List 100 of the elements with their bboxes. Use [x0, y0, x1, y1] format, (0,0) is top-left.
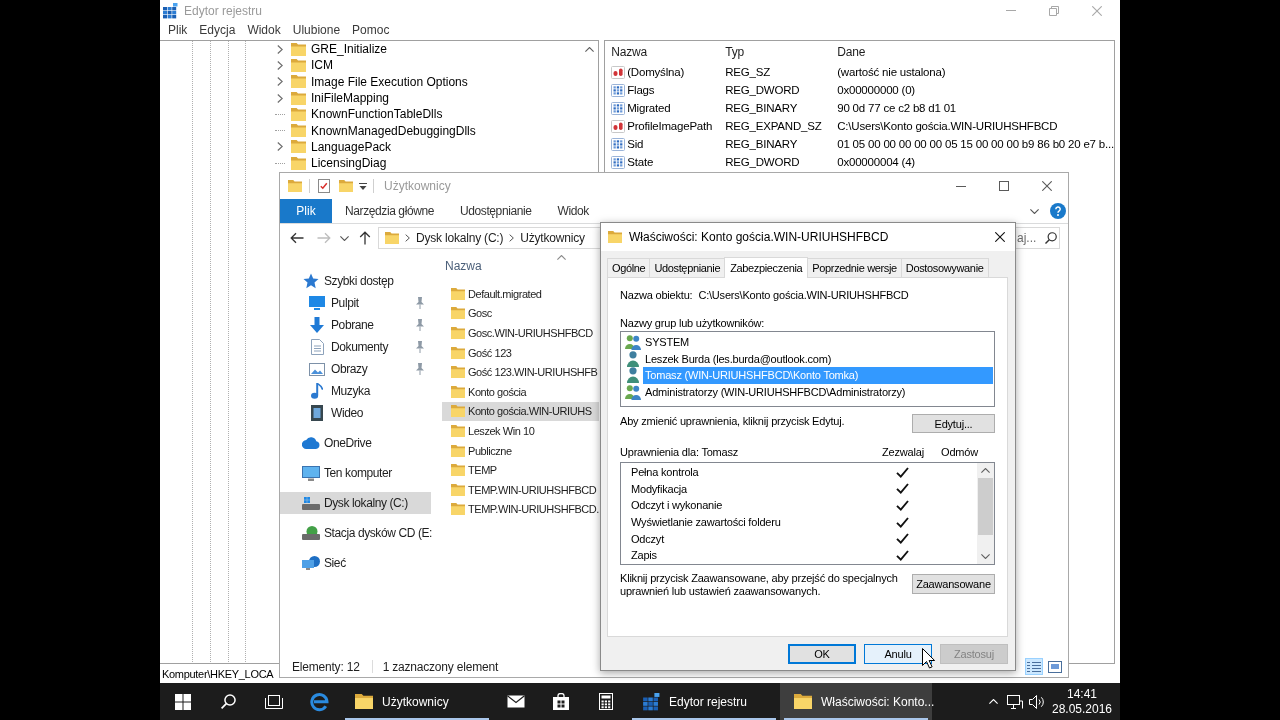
- folder-icon: [291, 58, 306, 72]
- menu-item[interactable]: Widok: [241, 21, 287, 40]
- help-icon[interactable]: [1050, 203, 1066, 219]
- column-header[interactable]: Nazwa: [445, 259, 482, 273]
- tab[interactable]: Ogólne: [607, 258, 651, 277]
- tree-item[interactable]: LicensingDiag: [275, 155, 387, 172]
- folder-icon: [291, 124, 306, 138]
- nav-item[interactable]: Stacja dysków CD (E:: [280, 522, 431, 544]
- scroll-down-icon[interactable]: [981, 554, 990, 559]
- document-icon: [310, 339, 324, 355]
- taskbar-app[interactable]: Właściwości: Konto...: [780, 683, 932, 720]
- scroll-up-icon[interactable]: [585, 47, 595, 52]
- tab[interactable]: Zabezpieczenia: [724, 257, 809, 278]
- dialog-button[interactable]: Anulu: [864, 644, 932, 664]
- file-item[interactable]: Default.migrated: [442, 284, 599, 304]
- file-item[interactable]: Gosc: [442, 303, 599, 324]
- folder-icon: [451, 405, 465, 418]
- nav-item[interactable]: Pobrane: [280, 314, 431, 336]
- nav-item[interactable]: Dysk lokalny (C:): [280, 492, 431, 514]
- chevron-right-icon[interactable]: [405, 234, 410, 242]
- nav-item[interactable]: Wideo: [280, 402, 431, 424]
- menu-item[interactable]: Ulubione: [286, 21, 347, 40]
- taskbar-app[interactable]: Użytkownicy: [341, 683, 493, 720]
- ribbon-tab[interactable]: Widok: [544, 199, 602, 223]
- dropdown-caret-icon[interactable]: [359, 182, 367, 190]
- file-item[interactable]: Gość 123: [442, 342, 599, 363]
- network-icon[interactable]: [1007, 694, 1023, 709]
- file-item[interactable]: TEMP.WIN-URIUHSHFBCD.: [442, 499, 599, 520]
- up-arrow-icon[interactable]: [359, 231, 371, 245]
- view-mode-button[interactable]: [1046, 658, 1064, 675]
- user-item[interactable]: SYSTEM: [643, 334, 993, 351]
- column-header[interactable]: Dane: [837, 45, 1114, 59]
- scrollbar-thumb[interactable]: [978, 478, 993, 535]
- user-item[interactable]: Administratorzy (WIN-URIUHSHFBCD\Administratorzy): [643, 383, 993, 400]
- tree-item[interactable]: ICM: [275, 57, 333, 74]
- cd-drive-icon: [302, 526, 320, 540]
- value-type: REG_EXPAND_SZ: [725, 120, 823, 132]
- permission-name: Wyświetlanie zawartości folderu: [631, 516, 782, 529]
- caret-icon[interactable]: [340, 235, 349, 241]
- scroll-up-icon[interactable]: [981, 468, 990, 473]
- value-data: 90 0d 77 ce c2 b8 d1 01: [837, 102, 958, 114]
- value-type: REG_SZ: [725, 66, 772, 78]
- file-item[interactable]: TEMP.WIN-URIUHSHFBCD: [442, 479, 599, 500]
- ribbon-tab[interactable]: Narzędzia główne: [332, 199, 447, 223]
- user-item[interactable]: Leszek Burda (les.burda@outlook.com): [643, 350, 993, 367]
- taskbar-app[interactable]: Edytor rejestru: [628, 683, 780, 720]
- tree-item[interactable]: Image File Execution Options: [275, 73, 468, 90]
- chevron-right-icon[interactable]: [509, 234, 515, 242]
- cubes-icon: [162, 2, 178, 19]
- cubes-icon: [642, 692, 660, 711]
- back-arrow-icon[interactable]: [290, 232, 304, 244]
- folder-icon: [291, 42, 306, 56]
- chevron-down-icon[interactable]: [1030, 208, 1039, 214]
- nav-item[interactable]: Ten komputer: [280, 462, 431, 484]
- tab[interactable]: Dostosowywanie: [900, 258, 989, 277]
- nav-item[interactable]: Pulpit: [280, 292, 431, 314]
- document-check-icon[interactable]: [318, 179, 330, 193]
- ribbon-tab[interactable]: Udostępnianie: [447, 199, 545, 223]
- file-item[interactable]: Gość 123.WIN-URIUHSHFB: [442, 362, 599, 382]
- nav-item[interactable]: OneDrive: [280, 432, 431, 454]
- file-item[interactable]: Leszek Win 10: [442, 421, 599, 441]
- nav-item[interactable]: Sieć: [280, 552, 431, 574]
- chevron-up-icon[interactable]: [988, 699, 998, 704]
- file-item[interactable]: Konto gościa.WIN-URIUHS: [442, 401, 599, 422]
- speaker-icon[interactable]: [1029, 694, 1045, 709]
- file-item[interactable]: TEMP: [442, 460, 599, 480]
- nav-item[interactable]: Dokumenty: [280, 336, 431, 358]
- tree-item[interactable]: IniFileMapping: [275, 89, 390, 107]
- nav-item[interactable]: Muzyka: [280, 380, 431, 402]
- menu-item[interactable]: Plik: [162, 21, 194, 40]
- menu-item[interactable]: Edycja: [193, 21, 242, 40]
- file-item[interactable]: Publiczne: [442, 440, 599, 461]
- nav-item[interactable]: Obrazy: [280, 358, 431, 380]
- calculator-icon: [598, 693, 613, 710]
- column-header[interactable]: Nazwa: [611, 45, 726, 59]
- user-icon: [627, 350, 639, 367]
- view-mode-button[interactable]: [1025, 658, 1043, 675]
- tree-item[interactable]: KnownFunctionTableDlls: [275, 106, 443, 123]
- dialog-button[interactable]: OK: [788, 644, 856, 664]
- file-item[interactable]: Gosc.WIN-URIUHSHFBCD: [442, 323, 599, 343]
- breadcrumb[interactable]: Dysk lokalny (C:): [416, 231, 504, 245]
- tab[interactable]: Poprzednie wersje: [807, 258, 902, 277]
- column-header[interactable]: Typ: [725, 45, 838, 59]
- search-button[interactable]: [1042, 227, 1060, 249]
- close-icon: [1041, 181, 1052, 191]
- tree-item[interactable]: LanguagePack: [275, 138, 392, 156]
- nav-item[interactable]: Szybki dostęp: [280, 270, 431, 292]
- file-tab[interactable]: Plik: [280, 199, 332, 223]
- clock[interactable]: 14:41 28.05.2016: [1052, 683, 1112, 720]
- tree-item[interactable]: GRE_Initialize: [275, 41, 388, 58]
- menu-item[interactable]: Pomoc: [346, 21, 396, 40]
- file-item[interactable]: Konto gościa: [442, 381, 599, 402]
- tab[interactable]: Udostępnianie: [649, 258, 726, 277]
- breadcrumb[interactable]: Użytkownicy: [520, 231, 585, 245]
- tree-item[interactable]: KnownManagedDebuggingDlls: [275, 122, 476, 139]
- edit-button[interactable]: Edytuj...: [912, 414, 995, 433]
- advanced-button[interactable]: Zaawansowane: [912, 574, 995, 594]
- search-field[interactable]: aj...: [1016, 227, 1042, 249]
- folder-icon: [291, 156, 306, 170]
- binary-value-icon: [611, 101, 626, 115]
